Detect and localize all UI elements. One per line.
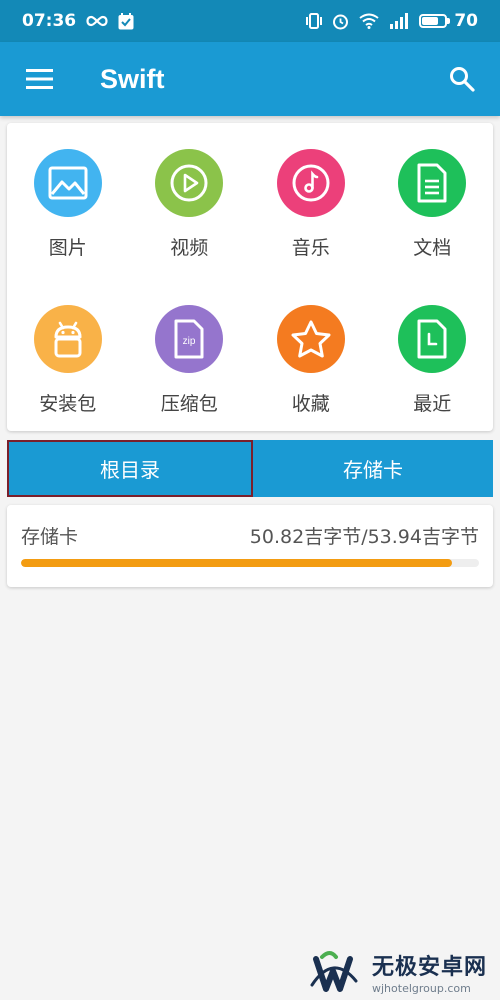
music-note-icon [276,149,345,217]
storage-size: 50.82吉字节/53.94吉字节 [249,526,479,548]
category-label: 视频 [170,237,209,259]
status-bar: 07:36 70 [0,0,500,42]
hamburger-menu-icon [26,69,53,89]
play-icon [155,149,224,217]
category-label: 图片 [48,237,87,259]
notification-icon [118,12,134,30]
star-icon [276,305,345,373]
android-icon [33,305,102,373]
infinity-icon [86,15,108,27]
storage-name: 存储卡 [21,526,79,548]
watermark-url: wjhotelgroup.com [372,982,471,995]
vibrate-icon [306,13,323,29]
search-button[interactable] [442,59,482,99]
category-label: 安装包 [39,393,97,415]
category-videos[interactable]: 视频 [129,123,251,277]
menu-button[interactable] [20,59,60,99]
document-icon [398,149,467,217]
battery-percent: 70 [454,11,478,31]
signal-icon [389,13,409,29]
category-label: 文档 [413,237,452,259]
battery-icon [419,14,448,28]
alarm-icon [332,13,349,30]
search-icon [450,67,475,92]
app-bar: Swift [0,42,500,116]
category-card: 图片 视频 音乐 文档 安装包 zip 压缩包 收藏 最近 [7,123,493,431]
zip-badge: zip [183,336,196,347]
category-label: 音乐 [291,237,330,259]
category-music[interactable]: 音乐 [250,123,372,277]
tab-root-directory[interactable]: 根目录 [7,440,253,497]
category-documents[interactable]: 文档 [372,123,494,277]
tab-storage-card[interactable]: 存储卡 [253,440,493,497]
zip-file-icon: zip [155,305,224,373]
category-recent[interactable]: 最近 [372,277,494,431]
watermark: 无极安卓网 wjhotelgroup.com [300,944,500,1000]
category-label: 收藏 [291,393,330,415]
storage-progress-bar [21,559,479,567]
category-favorites[interactable]: 收藏 [250,277,372,431]
category-apks[interactable]: 安装包 [7,277,129,431]
category-archives[interactable]: zip 压缩包 [129,277,251,431]
storage-progress-fill [21,559,453,567]
battery-indicator: 70 [419,11,478,31]
status-time: 07:36 [22,11,77,31]
category-label: 最近 [413,393,452,415]
watermark-logo-icon [310,951,358,992]
wifi-icon [359,13,379,29]
category-label: 压缩包 [160,393,218,415]
app-title: Swift [100,63,165,94]
category-images[interactable]: 图片 [7,123,129,277]
image-icon [33,149,102,217]
watermark-title: 无极安卓网 [372,955,488,980]
storage-card[interactable]: 存储卡 50.82吉字节/53.94吉字节 [7,505,493,587]
recent-file-icon [398,305,467,373]
